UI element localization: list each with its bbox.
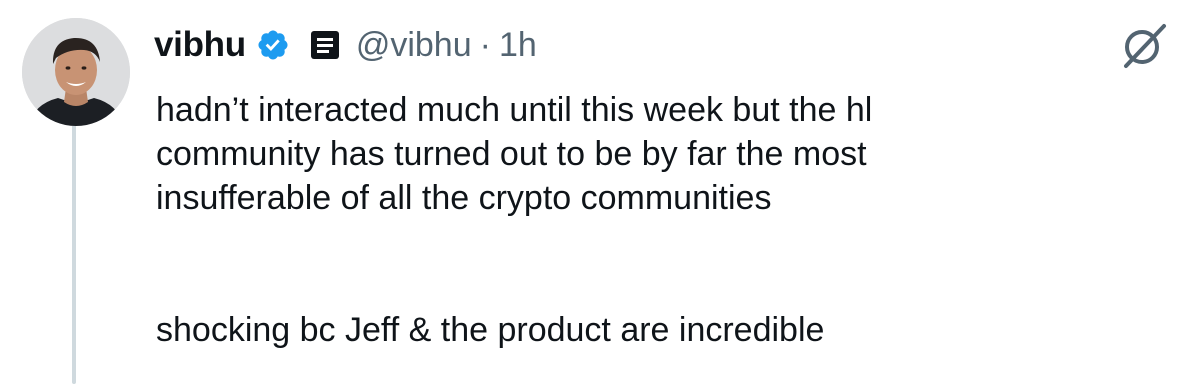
tweet-text-line: hadn’t interacted much until this week b… <box>156 91 873 129</box>
verified-badge-icon[interactable] <box>256 28 290 62</box>
display-name[interactable]: vibhu <box>154 25 246 65</box>
timestamp[interactable]: 1h <box>499 26 537 65</box>
thread-line <box>72 124 76 384</box>
tweet-text-line: insufferable of all the crypto communiti… <box>156 179 772 217</box>
tweet-text: hadn’t interacted much until this week b… <box>156 88 1156 352</box>
grok-icon[interactable] <box>1118 22 1170 70</box>
separator-dot: · <box>479 25 491 64</box>
tweet-text-line: shocking bc Jeff & the product are incre… <box>156 311 825 349</box>
article-icon <box>310 30 340 60</box>
tweet-text-line: community has turned out to be by far th… <box>156 135 867 173</box>
user-handle[interactable]: @vibhu <box>356 26 472 65</box>
avatar[interactable] <box>22 18 130 126</box>
tweet[interactable]: vibhu @vibhu · 1h hadn’t interacted much… <box>0 0 1200 384</box>
tweet-header: vibhu @vibhu · 1h <box>154 20 537 70</box>
